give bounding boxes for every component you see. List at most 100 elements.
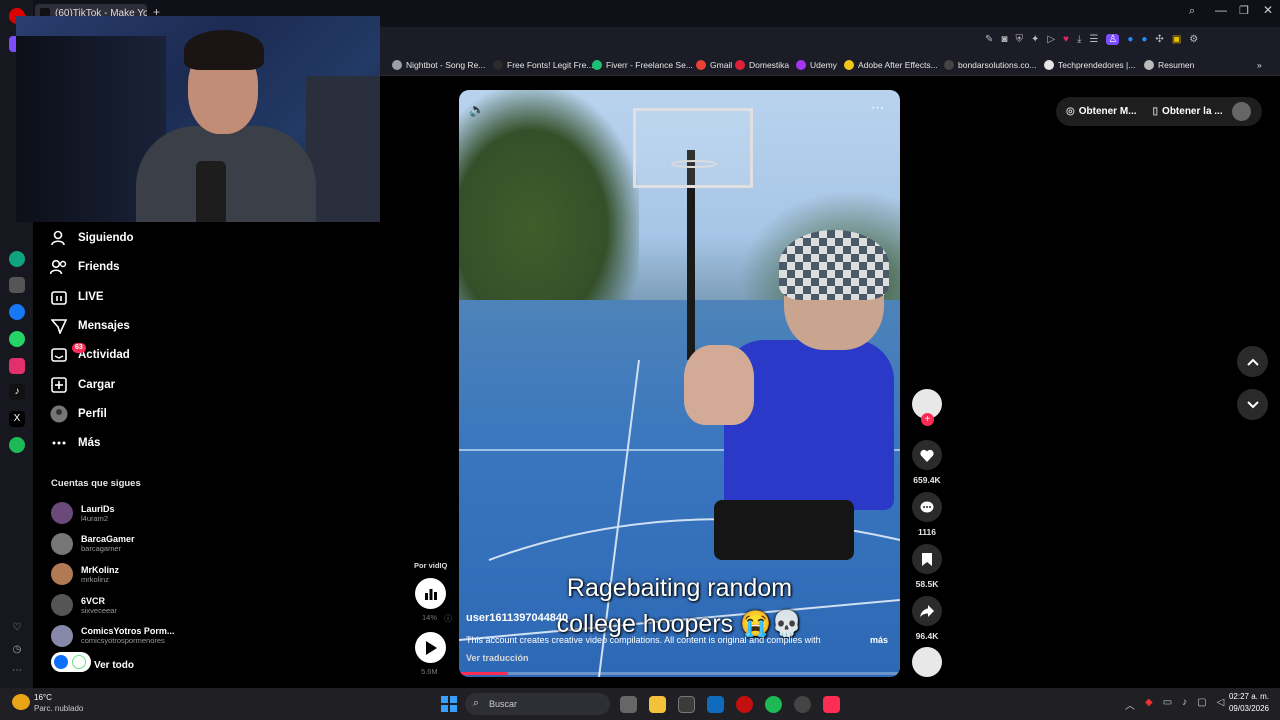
following-account[interactable]: BarcaGamer barcagamer bbox=[51, 530, 135, 558]
chatgpt-taskbar-icon[interactable] bbox=[794, 696, 811, 713]
nav-item-activity[interactable]: 63 Actividad bbox=[50, 343, 130, 367]
nav-item-messages[interactable]: Mensajes bbox=[50, 314, 130, 338]
download-icon[interactable]: ⤓ bbox=[1077, 34, 1081, 45]
music-disc-icon bbox=[912, 647, 942, 677]
bookmark-item[interactable]: Fiverr - Freelance Se... bbox=[592, 58, 693, 72]
previous-video-button[interactable] bbox=[1237, 346, 1268, 377]
get-app-button[interactable]: Obtener la ... bbox=[1162, 106, 1223, 117]
wallet-icon[interactable]: ▣ bbox=[1172, 34, 1181, 45]
nav-item-following[interactable]: Siguiendo bbox=[50, 226, 134, 250]
see-all-link[interactable]: Ver todo bbox=[94, 660, 134, 671]
tray-chevron-icon[interactable]: ︿ bbox=[1125, 697, 1135, 712]
following-account[interactable]: ComicsYotros Porm... comicsyotrospormenor… bbox=[51, 622, 174, 650]
messenger-icon[interactable] bbox=[9, 304, 25, 320]
bookmark-item[interactable]: Free Fonts! Legit Fre... bbox=[493, 58, 593, 72]
maximize-button[interactable]: ❐ bbox=[1239, 4, 1249, 17]
nav-item-profile[interactable]: Perfil bbox=[50, 402, 107, 426]
tray-app-icon[interactable]: ◆ bbox=[1145, 697, 1153, 712]
following-account[interactable]: 6VCR sixveceear bbox=[51, 591, 117, 619]
user-avatar[interactable] bbox=[1232, 102, 1251, 121]
bookmark-item[interactable]: Nightbot - Song Re... bbox=[392, 58, 485, 72]
extensions-icon[interactable]: ✦ bbox=[1031, 34, 1039, 45]
edit-icon[interactable]: ✎ bbox=[985, 34, 993, 45]
play-icon[interactable]: ▷ bbox=[1047, 34, 1055, 45]
video-username[interactable]: user1611397044840 bbox=[466, 612, 568, 624]
taskbar-search[interactable]: ⌕ Buscar bbox=[465, 693, 610, 715]
person-hand bbox=[684, 345, 754, 425]
search-tabs-icon[interactable]: ⌕ bbox=[1189, 5, 1195, 18]
next-video-button[interactable] bbox=[1237, 389, 1268, 420]
opera-taskbar-icon[interactable] bbox=[736, 696, 753, 713]
mic-icon[interactable]: ♪ bbox=[1182, 697, 1187, 712]
bookmark-item[interactable]: bondarsolutions.co... bbox=[944, 58, 1036, 72]
nav-item-more[interactable]: Más bbox=[50, 431, 100, 455]
nav-item-upload[interactable]: Cargar bbox=[50, 373, 115, 397]
bookmark-item[interactable]: Resumen bbox=[1144, 58, 1194, 72]
close-window-button[interactable]: ✕ bbox=[1263, 3, 1273, 17]
minimize-button[interactable]: — bbox=[1215, 3, 1227, 17]
sound-disc[interactable] bbox=[912, 647, 942, 677]
vpn-icon[interactable]: ● bbox=[1127, 34, 1133, 45]
volume-tray-icon[interactable]: ◁ bbox=[1217, 697, 1225, 712]
hoop-rim bbox=[671, 160, 717, 168]
history-icon[interactable]: ◷ bbox=[9, 642, 25, 658]
tiktok-sidebar-icon[interactable]: ♪ bbox=[9, 384, 25, 400]
more-options-icon[interactable]: ⋯ bbox=[871, 100, 884, 116]
heart-sidebar-icon[interactable]: ♡ bbox=[9, 620, 25, 636]
like-action[interactable]: 659.4K bbox=[912, 440, 942, 485]
bookmark-item[interactable]: Domestika bbox=[735, 58, 789, 72]
outlook-icon[interactable] bbox=[707, 696, 724, 713]
person-hair bbox=[184, 30, 264, 70]
settings-icon[interactable]: ⚙ bbox=[1189, 34, 1198, 45]
file-explorer-icon[interactable] bbox=[649, 696, 666, 713]
trees bbox=[459, 90, 639, 320]
network-icon[interactable]: ▭ bbox=[1163, 697, 1172, 712]
video-player[interactable]: 🔈 ⋯ Ragebaiting random college hoopers 😭… bbox=[459, 90, 900, 677]
bookmark-item[interactable]: Gmail bbox=[696, 58, 732, 72]
menu-icon[interactable]: ☰ bbox=[1089, 34, 1098, 45]
translate-link[interactable]: Ver traducción bbox=[466, 653, 529, 663]
following-account[interactable]: MrKolinz mrkolinz bbox=[51, 560, 119, 588]
following-account[interactable]: LauriDs l4uram2 bbox=[51, 499, 115, 527]
more-sidebar-icon[interactable]: ⋯ bbox=[9, 663, 25, 679]
ext-icon[interactable]: ✣ bbox=[1155, 34, 1163, 45]
nav-item-live[interactable]: LIVE bbox=[50, 285, 104, 309]
windows-start-icon[interactable] bbox=[441, 696, 457, 712]
save-action[interactable]: 58.5K bbox=[912, 544, 942, 589]
share-action[interactable]: 96.4K bbox=[912, 596, 942, 641]
chatgpt-icon[interactable] bbox=[9, 251, 25, 267]
volume-icon[interactable]: 🔈 bbox=[469, 102, 485, 118]
shield-icon[interactable]: ⛨ bbox=[1015, 34, 1023, 45]
creator-avatar-button[interactable]: + bbox=[912, 389, 942, 426]
more-link[interactable]: más bbox=[870, 635, 888, 645]
video-progress-track[interactable] bbox=[459, 672, 900, 675]
nav-item-friends[interactable]: Friends bbox=[50, 255, 120, 279]
spotify-taskbar-icon[interactable] bbox=[765, 696, 782, 713]
get-coins-button[interactable]: Obtener M... bbox=[1079, 106, 1137, 117]
store-icon[interactable] bbox=[678, 696, 695, 713]
profile-icon[interactable]: ♙ bbox=[1106, 34, 1120, 45]
system-tray[interactable]: ︿ ◆ ▭ ♪ ▢ ◁ bbox=[1125, 697, 1224, 712]
tiktok-taskbar-icon[interactable] bbox=[823, 696, 840, 713]
heart-icon[interactable]: ♥ bbox=[1063, 34, 1069, 45]
gmail-sidebar-icon[interactable] bbox=[9, 277, 25, 293]
bookmark-item[interactable]: Adobe After Effects... bbox=[844, 58, 938, 72]
vidiq-toggle[interactable] bbox=[51, 652, 91, 672]
x-icon[interactable]: X bbox=[9, 411, 25, 427]
comment-action[interactable]: 1116 bbox=[912, 492, 942, 537]
instagram-icon[interactable] bbox=[9, 358, 25, 374]
bookmark-item[interactable]: Udemy bbox=[796, 58, 837, 72]
vidiq-stats-button[interactable] bbox=[415, 578, 446, 609]
bookmarks-overflow-icon[interactable]: » bbox=[1257, 58, 1262, 72]
sync-icon[interactable]: ● bbox=[1141, 34, 1147, 45]
bookmark-favicon-icon bbox=[696, 60, 706, 70]
friends-icon bbox=[50, 258, 68, 276]
camera-icon[interactable]: ◙ bbox=[1001, 34, 1007, 45]
bookmark-item[interactable]: Techprendedores |... bbox=[1044, 58, 1135, 72]
play-button[interactable] bbox=[415, 632, 446, 663]
spotify-sidebar-icon[interactable] bbox=[9, 437, 25, 453]
follow-plus-icon[interactable]: + bbox=[921, 413, 934, 426]
task-view-icon[interactable] bbox=[620, 696, 637, 713]
display-icon[interactable]: ▢ bbox=[1197, 697, 1206, 712]
whatsapp-icon[interactable] bbox=[9, 331, 25, 347]
